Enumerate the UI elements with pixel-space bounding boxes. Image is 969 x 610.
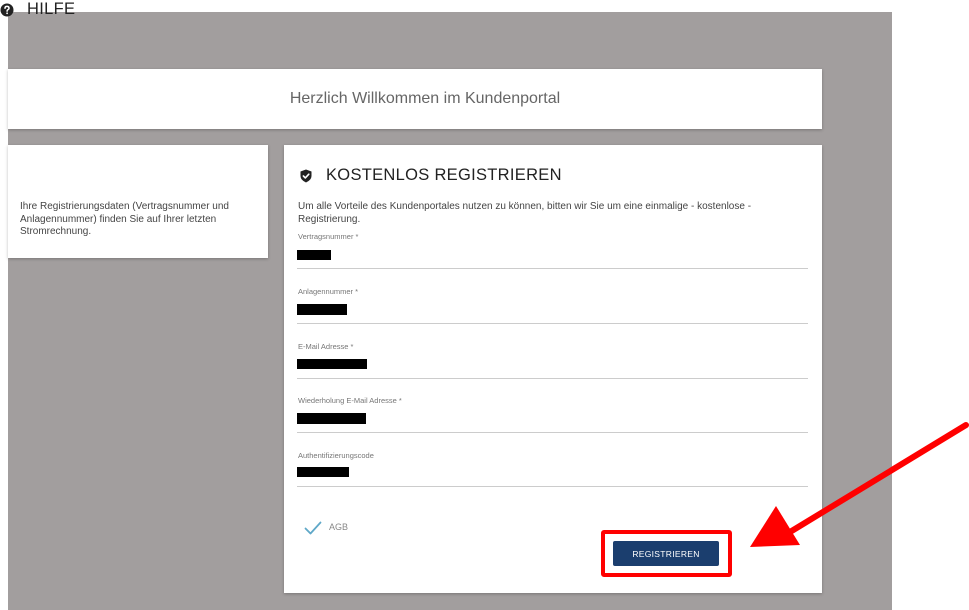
- help-text: Ihre Registrierungsdaten (Vertragsnummer…: [20, 201, 229, 237]
- auth-code-value-redacted: [297, 467, 349, 477]
- installation-number-underline: [297, 323, 808, 324]
- contract-number-value-redacted: [297, 250, 331, 260]
- auth-code-underline: [297, 486, 808, 487]
- installation-number-label: Anlagennummer *: [298, 287, 359, 296]
- email-field[interactable]: E-Mail Adresse *: [297, 342, 808, 380]
- email-value-redacted: [297, 359, 367, 369]
- help-title: HILFE: [27, 0, 76, 18]
- contract-number-field[interactable]: Vertragsnummer *: [297, 232, 808, 270]
- contract-number-label: Vertragsnummer *: [298, 232, 359, 241]
- contract-number-underline: [297, 268, 808, 269]
- registration-heading: KOSTENLOS REGISTRIEREN: [299, 166, 562, 185]
- email-repeat-field[interactable]: Wiederholung E-Mail Adresse *: [297, 396, 808, 434]
- email-label: E-Mail Adresse *: [298, 342, 354, 351]
- email-repeat-underline: [297, 432, 808, 433]
- email-repeat-label: Wiederholung E-Mail Adresse *: [298, 396, 402, 405]
- email-underline: [297, 378, 808, 379]
- welcome-title: Herzlich Willkommen im Kundenportal: [289, 90, 561, 107]
- register-button[interactable]: REGISTRIEREN: [613, 541, 719, 566]
- help-heading: HILFE: [0, 0, 75, 19]
- question-circle-icon: [0, 3, 14, 17]
- email-repeat-value-redacted: [297, 413, 366, 424]
- auth-code-label: Authentifizierungscode: [298, 451, 374, 460]
- installation-number-field[interactable]: Anlagennummer *: [297, 287, 808, 325]
- auth-code-field[interactable]: Authentifizierungscode: [297, 451, 808, 489]
- agb-label[interactable]: AGB: [329, 522, 348, 532]
- welcome-banner: Herzlich Willkommen im Kundenportal: [8, 69, 822, 129]
- agb-checkbox[interactable]: [304, 519, 322, 537]
- checkmark-icon: [304, 521, 322, 535]
- installation-number-value-redacted: [297, 304, 347, 315]
- registration-intro: Um alle Vorteile des Kundenportales nutz…: [298, 201, 752, 225]
- registration-title: KOSTENLOS REGISTRIEREN: [326, 166, 562, 184]
- shield-check-icon: [299, 169, 313, 183]
